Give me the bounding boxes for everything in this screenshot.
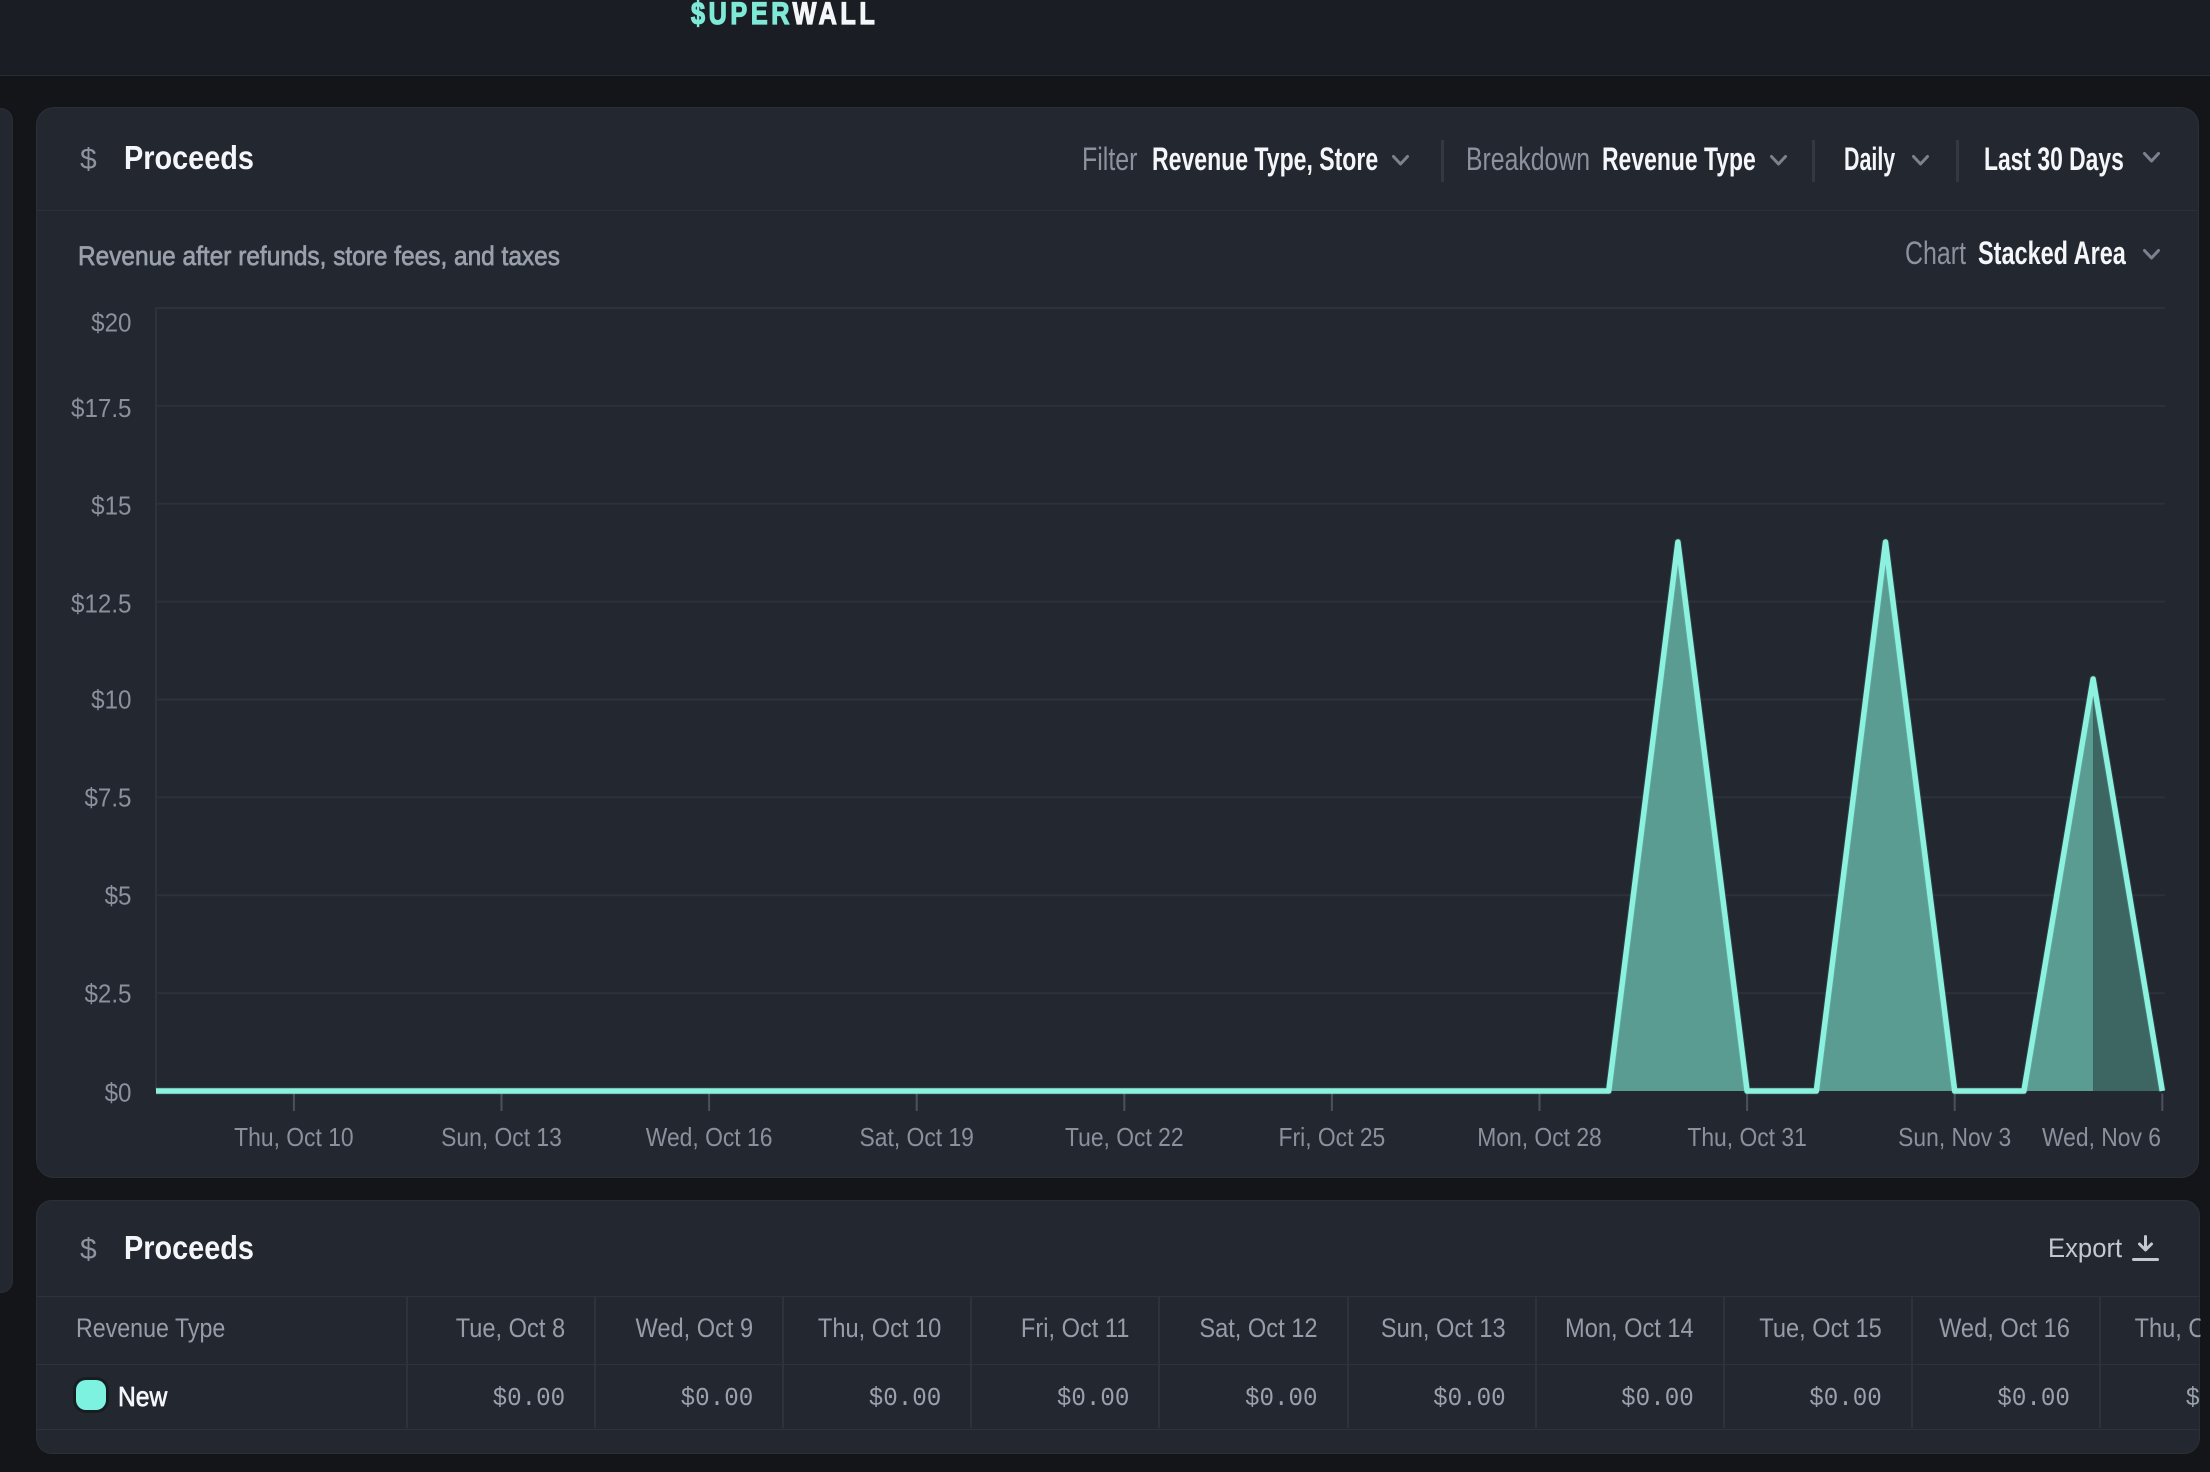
svg-text:Thu, Oct 10: Thu, Oct 10 bbox=[818, 1314, 941, 1344]
svg-text:$: $ bbox=[80, 143, 97, 176]
svg-text:Sun, Nov 3: Sun, Nov 3 bbox=[1898, 1124, 2011, 1153]
svg-text:Sun, Oct 13: Sun, Oct 13 bbox=[441, 1124, 562, 1153]
svg-text:Fri, Oct 11: Fri, Oct 11 bbox=[1021, 1314, 1129, 1344]
svg-text:Wed, Nov 6: Wed, Nov 6 bbox=[2042, 1124, 2161, 1153]
svg-text:Breakdown: Breakdown bbox=[1466, 142, 1590, 178]
svg-text:$0.00: $0.00 bbox=[1057, 1383, 1130, 1413]
svg-text:$0.00: $0.00 bbox=[681, 1383, 754, 1413]
svg-text:Wed, Oct 9: Wed, Oct 9 bbox=[635, 1314, 753, 1344]
svg-text:$0: $0 bbox=[105, 1079, 132, 1108]
svg-text:Last 30 Days: Last 30 Days bbox=[1984, 141, 2124, 177]
svg-text:$15: $15 bbox=[91, 492, 131, 521]
svg-text:$10: $10 bbox=[91, 686, 131, 715]
svg-text:$12.5: $12.5 bbox=[71, 590, 131, 619]
svg-text:$5: $5 bbox=[105, 882, 132, 911]
svg-text:Sun, Oct 13: Sun, Oct 13 bbox=[1381, 1314, 1506, 1344]
svg-text:$0.00: $0.00 bbox=[869, 1383, 942, 1413]
svg-text:Revenue Type: Revenue Type bbox=[76, 1313, 225, 1343]
svg-text:Revenue Type: Revenue Type bbox=[1602, 141, 1756, 177]
svg-text:Revenue after refunds, store f: Revenue after refunds, store fees, and t… bbox=[78, 242, 560, 271]
svg-text:Mon, Oct 14: Mon, Oct 14 bbox=[1565, 1314, 1694, 1344]
svg-text:$20: $20 bbox=[91, 309, 131, 338]
svg-text:Export: Export bbox=[2048, 1232, 2123, 1263]
svg-text:$0.00: $0.00 bbox=[1621, 1383, 1694, 1413]
svg-text:$2.5: $2.5 bbox=[84, 980, 131, 1009]
svg-text:Thu, Oct 17: Thu, Oct 17 bbox=[2135, 1314, 2210, 1344]
svg-text:Wed, Oct 16: Wed, Oct 16 bbox=[1939, 1314, 2070, 1344]
svg-text:Revenue Type, Store: Revenue Type, Store bbox=[1152, 141, 1378, 177]
svg-text:New: New bbox=[118, 1381, 168, 1413]
svg-text:$: $ bbox=[80, 1233, 97, 1266]
svg-text:Daily: Daily bbox=[1844, 141, 1895, 177]
svg-text:$7.5: $7.5 bbox=[84, 784, 131, 813]
svg-text:Sat, Oct 12: Sat, Oct 12 bbox=[1199, 1314, 1317, 1344]
svg-text:Thu, Oct 10: Thu, Oct 10 bbox=[234, 1124, 353, 1153]
svg-text:$0.00: $0.00 bbox=[493, 1383, 566, 1413]
svg-text:Chart: Chart bbox=[1905, 236, 1966, 272]
svg-text:Stacked Area: Stacked Area bbox=[1978, 235, 2126, 270]
svg-text:Proceeds: Proceeds bbox=[124, 1229, 254, 1266]
svg-text:Thu, Oct 31: Thu, Oct 31 bbox=[1687, 1124, 1806, 1153]
svg-text:Sat, Oct 19: Sat, Oct 19 bbox=[860, 1124, 974, 1153]
svg-text:Filter: Filter bbox=[1082, 142, 1138, 178]
svg-text:Wed, Oct 16: Wed, Oct 16 bbox=[646, 1124, 773, 1153]
svg-text:$0.00: $0.00 bbox=[1433, 1383, 1506, 1413]
svg-text:Mon, Oct 28: Mon, Oct 28 bbox=[1477, 1124, 1602, 1153]
svg-text:$17.5: $17.5 bbox=[71, 394, 131, 423]
svg-text:$0.00: $0.00 bbox=[1809, 1383, 1882, 1413]
svg-text:Tue, Oct 22: Tue, Oct 22 bbox=[1065, 1124, 1184, 1153]
svg-text:Fri, Oct 25: Fri, Oct 25 bbox=[1279, 1124, 1386, 1153]
svg-text:$0.00: $0.00 bbox=[1997, 1383, 2070, 1413]
svg-text:Tue, Oct 15: Tue, Oct 15 bbox=[1759, 1314, 1882, 1344]
svg-text:Tue, Oct 8: Tue, Oct 8 bbox=[456, 1314, 565, 1344]
svg-text:$0.00: $0.00 bbox=[1245, 1383, 1318, 1413]
svg-text:Proceeds: Proceeds bbox=[124, 139, 254, 176]
